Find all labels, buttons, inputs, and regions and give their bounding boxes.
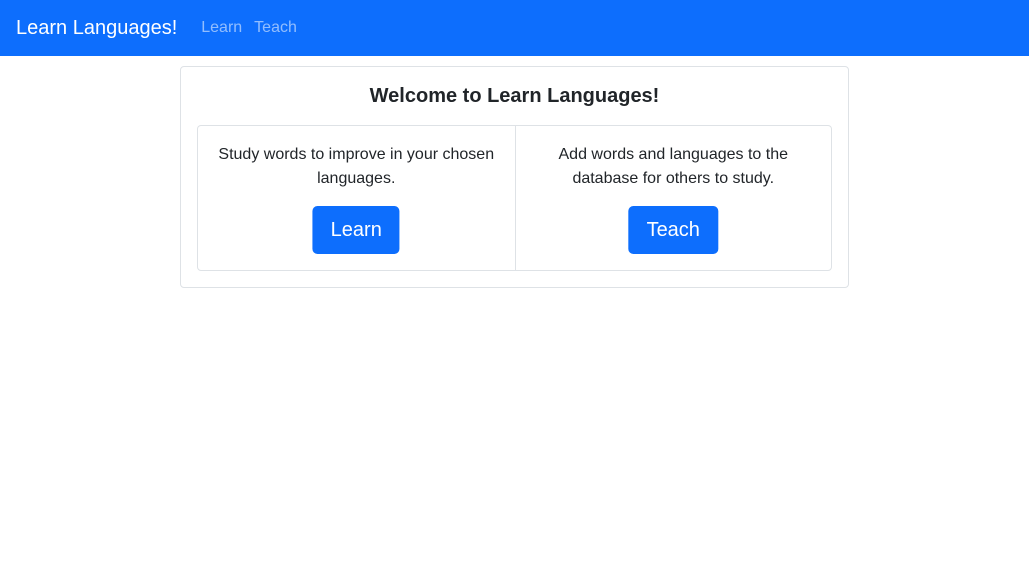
- teach-panel: Add words and languages to the database …: [514, 126, 832, 270]
- teach-description: Add words and languages to the database …: [558, 146, 789, 187]
- page-title: Welcome to Learn Languages!: [369, 85, 660, 107]
- welcome-card: Welcome to Learn Languages! Study words …: [180, 66, 849, 288]
- brand-link[interactable]: Learn Languages!: [16, 17, 177, 40]
- teach-button[interactable]: Teach: [628, 206, 718, 254]
- nav-link-teach[interactable]: Teach: [254, 19, 297, 37]
- options-card: Study words to improve in your chosen la…: [197, 125, 832, 271]
- nav-link-learn[interactable]: Learn: [201, 19, 242, 37]
- learn-button[interactable]: Learn: [312, 206, 400, 254]
- navbar: Learn Languages! Learn Teach: [0, 0, 1029, 56]
- learn-description: Study words to improve in your chosen la…: [218, 146, 495, 187]
- learn-panel: Study words to improve in your chosen la…: [198, 126, 515, 270]
